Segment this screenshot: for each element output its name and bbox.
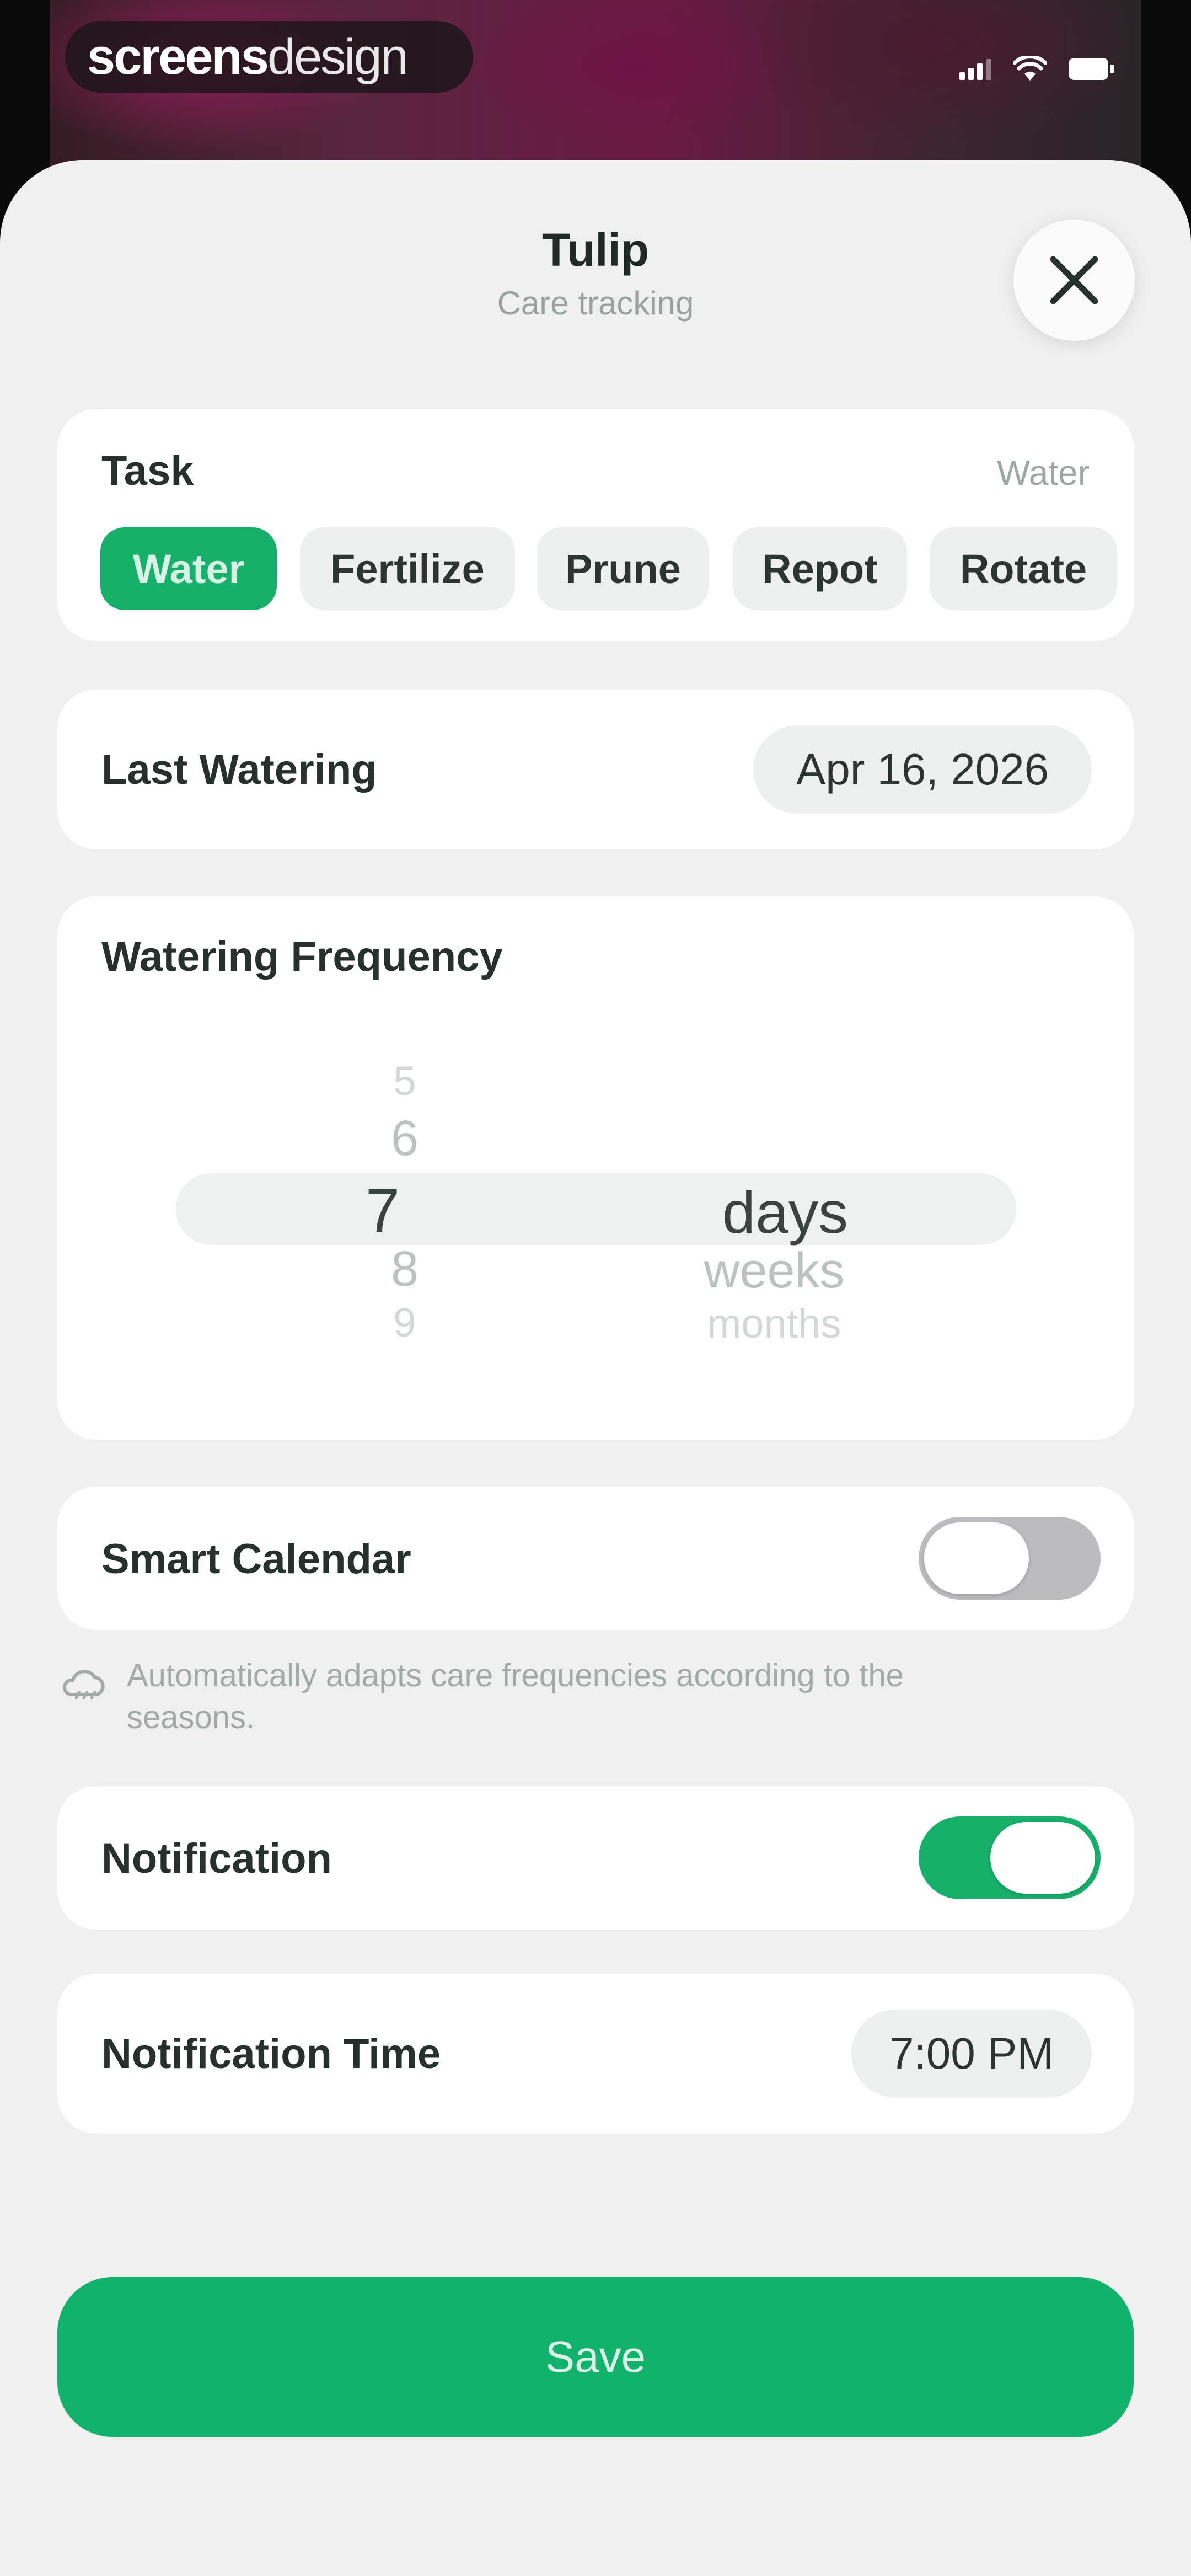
close-icon [1050, 256, 1098, 304]
status-icons [959, 50, 1114, 88]
task-chip-prune[interactable]: Prune [537, 527, 709, 610]
notification-time-button[interactable]: 7:00 PM [851, 2010, 1092, 2098]
notification-time-label: Notification Time [101, 2030, 441, 2077]
page-subtitle: Care tracking [497, 285, 694, 322]
brand-bold: screens [87, 28, 269, 85]
last-watering-label: Last Watering [101, 746, 377, 793]
picker-number: 8 [390, 1242, 419, 1297]
save-button[interactable]: Save [57, 2277, 1134, 2437]
task-current-value: Water [996, 453, 1090, 493]
picker-number: 6 [390, 1111, 419, 1166]
watering-frequency-label: Watering Frequency [101, 933, 503, 980]
battery-icon [1069, 58, 1114, 80]
picker-number: 5 [393, 1058, 416, 1104]
task-chip-fertilize[interactable]: Fertilize [300, 527, 515, 610]
smart-calendar-label: Smart Calendar [101, 1536, 411, 1583]
page-title: Tulip [541, 224, 650, 276]
last-watering-date-button[interactable]: Apr 16, 2026 [753, 725, 1092, 814]
task-chip-repot[interactable]: Repot [733, 527, 907, 610]
task-label: Task [101, 447, 194, 494]
smart-calendar-toggle[interactable] [919, 1517, 1101, 1600]
brand-light: design [267, 28, 409, 85]
watering-frequency-card: Watering Frequency 5 6 7 8 9 days weeks … [57, 896, 1134, 1440]
notification-label: Notification [101, 1835, 332, 1882]
toggle-knob [924, 1522, 1029, 1594]
notification-toggle[interactable] [919, 1816, 1101, 1899]
task-card: Task Water Water Fertilize Prune Repot R… [57, 409, 1134, 641]
picker-unit: months [707, 1301, 841, 1346]
toggle-knob [990, 1822, 1095, 1894]
wifi-icon [1013, 56, 1047, 81]
task-chip-rotate[interactable]: Rotate [930, 527, 1117, 610]
picker-number-selected: 7 [365, 1176, 400, 1245]
last-watering-card: Last Watering Apr 16, 2026 [57, 690, 1134, 849]
task-chip-water[interactable]: Water [100, 527, 277, 610]
notification-time-card: Notification Time 7:00 PM [57, 1974, 1134, 2134]
smart-calendar-card: Smart Calendar [57, 1487, 1134, 1630]
cellular-signal-icon [959, 58, 991, 80]
notification-card: Notification [57, 1786, 1134, 1930]
picker-number: 9 [393, 1300, 416, 1345]
picker-unit-selected: days [722, 1179, 849, 1246]
picker-unit: weeks [704, 1243, 845, 1298]
brand-watermark: screens design [65, 21, 473, 93]
close-button[interactable] [1013, 220, 1135, 341]
weather-icon [62, 1670, 105, 1699]
smart-calendar-hint: Automatically adapts care frequencies ac… [127, 1658, 904, 1735]
